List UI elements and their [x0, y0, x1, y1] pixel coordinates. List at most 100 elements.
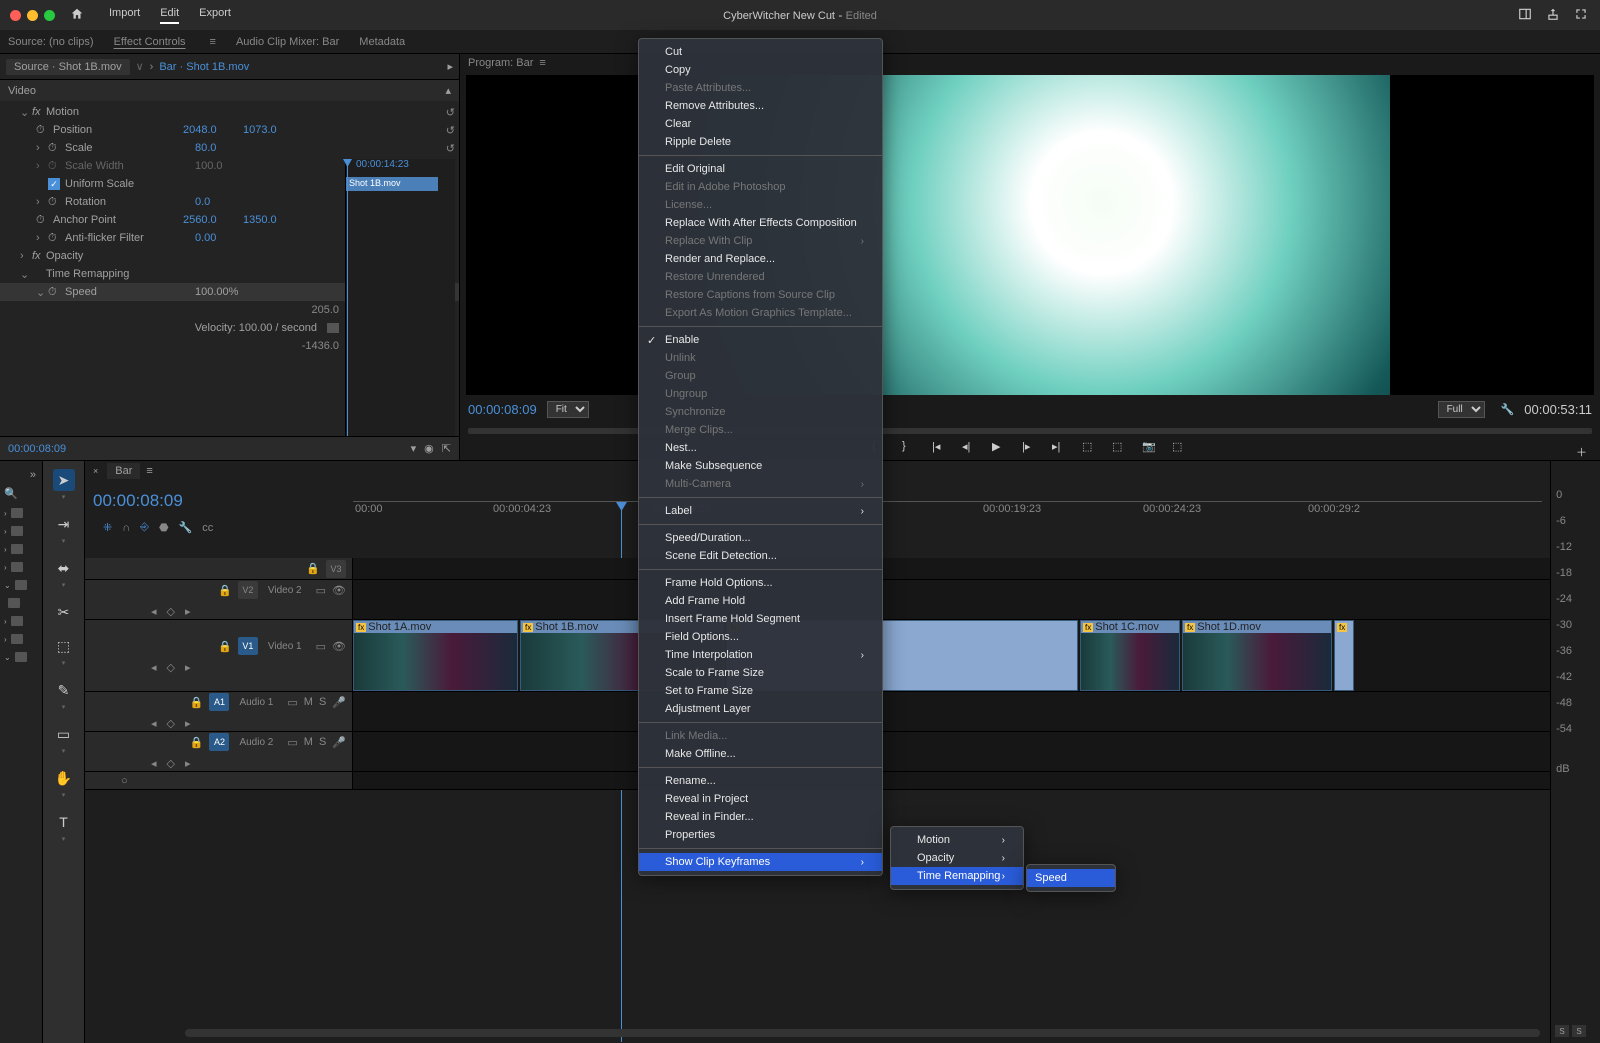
sequence-tab[interactable]: Bar	[107, 463, 140, 479]
scroll-up-icon[interactable]: ▴	[445, 84, 451, 97]
mini-clip[interactable]: Shot 1B.mov	[346, 177, 438, 191]
track-v3[interactable]: V3	[326, 560, 346, 578]
filter-icon[interactable]: ▾	[411, 442, 417, 455]
bin-icon[interactable]	[11, 544, 23, 554]
menu-item-adjustment-layer[interactable]: Adjustment Layer	[639, 700, 882, 718]
mark-out-icon[interactable]: }	[902, 440, 918, 456]
panel-menu-icon[interactable]: ≡	[210, 36, 216, 48]
add-button-icon[interactable]: ＋	[1576, 444, 1592, 460]
selection-tool[interactable]: ➤	[53, 469, 75, 491]
reset-icon[interactable]: ↺	[446, 124, 455, 137]
menu-item-frame-hold-options-[interactable]: Frame Hold Options...	[639, 574, 882, 592]
menu-item-motion[interactable]: Motion›	[891, 831, 1023, 849]
clip-shot1a[interactable]: fxShot 1A.mov	[353, 620, 518, 691]
audio-mixer-tab[interactable]: Audio Clip Mixer: Bar	[236, 36, 339, 48]
program-tab[interactable]: Program: Bar	[468, 57, 533, 69]
menu-export[interactable]: Export	[199, 7, 231, 24]
source-pulldown[interactable]: Source · Shot 1B.mov	[6, 59, 130, 75]
reset-icon[interactable]: ↺	[446, 106, 455, 119]
mini-playhead[interactable]	[347, 159, 348, 436]
export-frame-icon[interactable]: 📷	[1142, 440, 1158, 456]
hand-tool[interactable]: ✋	[53, 767, 75, 789]
expand-icon[interactable]: »	[0, 467, 42, 483]
scrub-bar[interactable]	[468, 428, 1592, 434]
menu-item-rename-[interactable]: Rename...	[639, 772, 882, 790]
menu-item-edit-original[interactable]: Edit Original	[639, 160, 882, 178]
bin-icon[interactable]	[11, 634, 23, 644]
type-tool[interactable]: T	[53, 811, 75, 833]
bin-icon[interactable]	[15, 580, 27, 590]
fx-icon[interactable]: ▭	[316, 584, 326, 597]
menu-item-make-offline-[interactable]: Make Offline...	[639, 745, 882, 763]
opacity-label[interactable]: Opacity	[46, 250, 176, 262]
lift-icon[interactable]: ⬚	[1082, 440, 1098, 456]
bin-icon[interactable]	[11, 562, 23, 572]
menu-item-make-subsequence[interactable]: Make Subsequence	[639, 457, 882, 475]
speed-label[interactable]: Speed	[65, 286, 195, 298]
play-icon[interactable]: ▶	[992, 440, 1008, 456]
metadata-tab[interactable]: Metadata	[359, 36, 405, 48]
fullscreen-icon[interactable]	[1574, 7, 1590, 23]
zoom-fit-select[interactable]: Fit	[547, 401, 589, 418]
menu-item-render-and-replace-[interactable]: Render and Replace...	[639, 250, 882, 268]
track-select-tool[interactable]: ⇥	[53, 513, 75, 535]
footer-timecode[interactable]: 00:00:08:09	[8, 443, 66, 455]
pos-x[interactable]: 2048.0	[183, 124, 243, 136]
maximize-window[interactable]	[44, 10, 55, 21]
timeline-scrollbar[interactable]	[185, 1029, 1540, 1037]
add-marker-icon[interactable]: ⬣	[159, 521, 169, 534]
slip-tool[interactable]: ⬚	[53, 635, 75, 657]
menu-item-remove-attributes-[interactable]: Remove Attributes...	[639, 97, 882, 115]
step-back-icon[interactable]: ◂|	[962, 440, 978, 456]
source-tab[interactable]: Source: (no clips)	[8, 36, 94, 48]
menu-item-time-remapping[interactable]: Time Remapping›	[891, 867, 1023, 885]
menu-item-nest-[interactable]: Nest...	[639, 439, 882, 457]
menu-import[interactable]: Import	[109, 7, 140, 24]
search-icon[interactable]: 🔍	[4, 488, 18, 500]
track-v2[interactable]: V2	[238, 581, 258, 599]
home-icon[interactable]	[70, 7, 84, 24]
menu-item-insert-frame-hold-segment[interactable]: Insert Frame Hold Segment	[639, 610, 882, 628]
play-source-icon[interactable]: ▸	[447, 60, 453, 73]
settings-icon[interactable]: 🔧	[179, 521, 193, 534]
bin-icon[interactable]	[11, 526, 23, 536]
menu-item-properties[interactable]: Properties	[639, 826, 882, 844]
go-to-in-icon[interactable]: |◂	[932, 440, 948, 456]
speed-value[interactable]: 100.00%	[195, 286, 238, 298]
menu-item-add-frame-hold[interactable]: Add Frame Hold	[639, 592, 882, 610]
uniform-checkbox[interactable]: ✓	[48, 178, 60, 190]
menu-item-copy[interactable]: Copy	[639, 61, 882, 79]
menu-item-replace-with-after-effects-composition[interactable]: Replace With After Effects Composition	[639, 214, 882, 232]
compare-icon[interactable]: ⬚	[1172, 440, 1188, 456]
clip-shot1c[interactable]: fxShot 1C.mov	[1080, 620, 1180, 691]
panel-menu-icon[interactable]: ≡	[539, 57, 545, 69]
settings-wrench-icon[interactable]: 🔧	[1501, 403, 1515, 416]
clip-shot1d[interactable]: fxShot 1D.mov	[1182, 620, 1332, 691]
close-window[interactable]	[10, 10, 21, 21]
eye-icon[interactable]: 👁	[332, 640, 346, 653]
export-icon[interactable]: ⇱	[442, 442, 451, 455]
go-to-out-icon[interactable]: ▸|	[1052, 440, 1068, 456]
effect-controls-tab[interactable]: Effect Controls	[114, 36, 186, 48]
menu-item-scale-to-frame-size[interactable]: Scale to Frame Size	[639, 664, 882, 682]
menu-item-opacity[interactable]: Opacity›	[891, 849, 1023, 867]
step-fwd-icon[interactable]: |▸	[1022, 440, 1038, 456]
menu-item-time-interpolation[interactable]: Time Interpolation›	[639, 646, 882, 664]
solo-r[interactable]: S	[1572, 1025, 1586, 1037]
marker-icon[interactable]: ∩	[122, 522, 130, 534]
fx-icon[interactable]: ▭	[316, 640, 326, 653]
v1-track-body[interactable]: fxShot 1A.mov fxShot 1B.mov fx fxShot 1C…	[353, 620, 1550, 691]
razor-tool[interactable]: ✂	[53, 601, 75, 623]
effects-icon[interactable]: ◉	[424, 442, 434, 455]
sequence-timecode[interactable]: 00:00:08:09	[93, 491, 183, 511]
clip-link[interactable]: Bar · Shot 1B.mov	[159, 61, 249, 73]
bin-icon[interactable]	[15, 652, 27, 662]
caption-icon[interactable]: cc	[202, 522, 213, 534]
stopwatch-icon[interactable]: ⏱	[36, 124, 50, 137]
menu-item-field-options-[interactable]: Field Options...	[639, 628, 882, 646]
program-viewer[interactable]	[466, 75, 1594, 395]
current-timecode[interactable]: 00:00:08:09	[468, 402, 537, 417]
rectangle-tool[interactable]: ▭	[53, 723, 75, 745]
ripple-tool[interactable]: ⬌	[53, 557, 75, 579]
pen-tool[interactable]: ✎	[53, 679, 75, 701]
